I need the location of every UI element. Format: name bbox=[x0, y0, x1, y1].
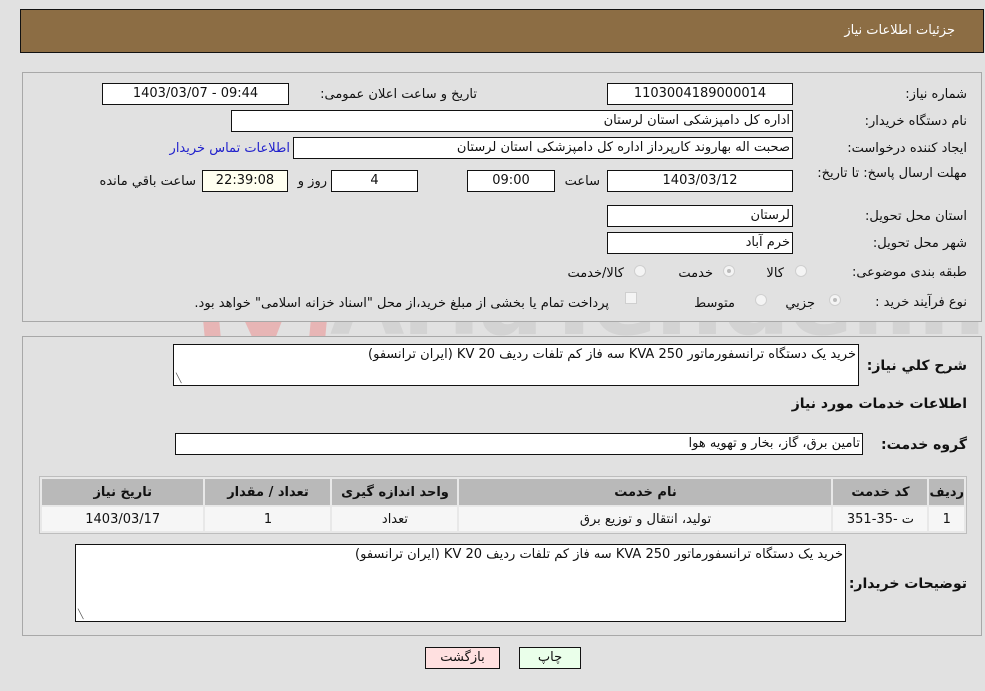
col-header-service-code: کد خدمت bbox=[833, 479, 928, 505]
city-field: خرم آباد bbox=[607, 232, 793, 254]
purchase-process-label: نوع فرآیند خرید : bbox=[875, 295, 967, 310]
category-radio-goods[interactable] bbox=[795, 265, 807, 277]
days-label: روز و bbox=[297, 174, 327, 189]
buyer-notes-label: توضیحات خریدار: bbox=[848, 576, 967, 592]
deadline-date-field: 1403/03/12 bbox=[607, 170, 793, 192]
announce-datetime-field: 1403/03/07 - 09:44 bbox=[102, 83, 289, 105]
city-label: شهر محل تحویل: bbox=[872, 236, 967, 251]
table-header-row: ردیف کد خدمت نام خدمت واحد اندازه گیری ت… bbox=[42, 479, 964, 505]
col-header-row-number: ردیف bbox=[929, 479, 964, 505]
table-row: 1 ت -35-351 تولید، انتقال و توزیع برق تع… bbox=[42, 507, 964, 531]
category-option-goods-label: کالا bbox=[766, 266, 784, 281]
process-option-minor-label: جزيي bbox=[785, 296, 815, 311]
col-header-service-name: نام خدمت bbox=[459, 479, 832, 505]
resize-grip-icon[interactable]: ╲ bbox=[78, 610, 83, 620]
deadline-time-field: 09:00 bbox=[467, 170, 555, 192]
process-radio-medium[interactable] bbox=[755, 294, 767, 306]
buyer-notes-textarea[interactable]: خرید یک دستگاه ترانسفورماتور 250 KVA سه … bbox=[75, 544, 846, 622]
category-radio-goods-service[interactable] bbox=[634, 265, 646, 277]
buyer-org-field: اداره کل دامپزشکی استان لرستان bbox=[231, 110, 793, 132]
category-option-goods-service-label: کالا/خدمت bbox=[567, 266, 624, 281]
announce-datetime-label: تاریخ و ساعت اعلان عمومی: bbox=[320, 87, 477, 102]
remaining-time-label: ساعت باقي مانده bbox=[99, 174, 196, 189]
col-header-unit: واحد اندازه گیری bbox=[332, 479, 458, 505]
services-section-title: اطلاعات خدمات مورد نیاز bbox=[791, 396, 967, 412]
requester-label: ایجاد کننده درخواست: bbox=[847, 141, 967, 156]
cell-service-code: ت -35-351 bbox=[833, 507, 928, 531]
page-header: جزئیات اطلاعات نیاز bbox=[20, 9, 984, 53]
service-group-field: تامین برق، گاز، بخار و تهویه هوا bbox=[175, 433, 863, 455]
remaining-days-field: 4 bbox=[331, 170, 418, 192]
cell-need-date: 1403/03/17 bbox=[42, 507, 204, 531]
category-radio-service[interactable] bbox=[723, 265, 735, 277]
cell-row-number: 1 bbox=[929, 507, 964, 531]
cell-service-name: تولید، انتقال و توزیع برق bbox=[459, 507, 832, 531]
services-table: ردیف کد خدمت نام خدمت واحد اندازه گیری ت… bbox=[39, 476, 967, 534]
remaining-time-field: 22:39:08 bbox=[202, 170, 288, 192]
back-button[interactable]: بازگشت bbox=[425, 647, 500, 669]
deadline-label: مهلت ارسال پاسخ: تا تاریخ: bbox=[817, 166, 967, 181]
deadline-time-label: ساعت bbox=[564, 174, 600, 189]
province-field: لرستان bbox=[607, 205, 793, 227]
category-label: طبقه بندی موضوعی: bbox=[851, 265, 967, 280]
col-header-quantity: تعداد / مقدار bbox=[205, 479, 331, 505]
summary-textarea[interactable]: خرید یک دستگاه ترانسفورماتور 250 KVA سه … bbox=[173, 344, 859, 386]
category-option-service-label: خدمت bbox=[678, 266, 713, 281]
treasury-checkbox[interactable] bbox=[625, 292, 637, 304]
process-radio-minor[interactable] bbox=[829, 294, 841, 306]
page-title: جزئیات اطلاعات نیاز bbox=[844, 23, 955, 38]
service-group-label: گروه خدمت: bbox=[881, 437, 967, 453]
summary-text: خرید یک دستگاه ترانسفورماتور 250 KVA سه … bbox=[368, 347, 856, 362]
cell-quantity: 1 bbox=[205, 507, 331, 531]
treasury-note: پرداخت تمام یا بخشی از مبلغ خرید،از محل … bbox=[194, 296, 609, 311]
col-header-need-date: تاریخ نیاز bbox=[42, 479, 204, 505]
requester-field: صحبت اله بهاروند کارپرداز اداره کل دامپز… bbox=[293, 137, 793, 159]
buyer-contact-link[interactable]: اطلاعات تماس خریدار bbox=[170, 141, 290, 156]
buyer-notes-text: خرید یک دستگاه ترانسفورماتور 250 KVA سه … bbox=[355, 547, 843, 562]
process-option-medium-label: متوسط bbox=[694, 296, 735, 311]
need-number-field: 1103004189000014 bbox=[607, 83, 793, 105]
summary-label: شرح کلي نیاز: bbox=[866, 358, 967, 374]
services-table-wrap: ردیف کد خدمت نام خدمت واحد اندازه گیری ت… bbox=[39, 476, 967, 534]
cell-unit: تعداد bbox=[332, 507, 458, 531]
need-number-label: شماره نیاز: bbox=[905, 87, 967, 102]
resize-grip-icon[interactable]: ╲ bbox=[176, 374, 181, 384]
province-label: استان محل تحویل: bbox=[865, 209, 967, 224]
print-button[interactable]: چاپ bbox=[519, 647, 581, 669]
buyer-org-label: نام دستگاه خریدار: bbox=[864, 114, 967, 129]
